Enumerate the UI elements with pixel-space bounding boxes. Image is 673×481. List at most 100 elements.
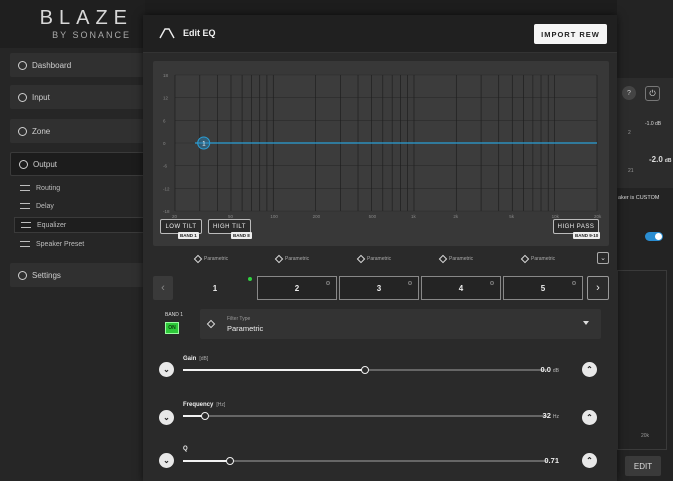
q-control: ⌄ Q 0.71 ⌃ (153, 444, 609, 474)
band-inactive-dot (490, 281, 494, 285)
low-tilt-band-tag: BAND 1 (178, 232, 199, 239)
sidebar-sub-label: Delay (36, 202, 54, 210)
tab-band-1[interactable]: 1 (175, 276, 255, 300)
band-active-dot (248, 277, 252, 281)
frequency-increase-button[interactable]: ⌃ (582, 410, 597, 425)
eq-curve-icon (159, 28, 175, 39)
tab-next-button[interactable]: › (587, 276, 609, 300)
gain-slider-thumb[interactable] (361, 366, 369, 374)
band-tabs: ‹ 1 2 3 4 5 › (153, 276, 609, 300)
parametric-icon (356, 254, 366, 264)
band-inactive-dot (408, 281, 412, 285)
sidebar-item-output[interactable]: Output (10, 152, 145, 176)
tab-label: 2 (294, 283, 300, 293)
gain-slider[interactable] (183, 366, 547, 374)
filter-item-3[interactable]: Parametric (356, 254, 392, 264)
q-increase-button[interactable]: ⌃ (582, 453, 597, 468)
app-root: BLAZE BY SONANCE Dashboard Input Zone Ou… (0, 0, 673, 481)
q-value-number: 0.71 (544, 456, 559, 465)
q-decrease-button[interactable]: ⌄ (159, 453, 174, 468)
graph-x-tick-label: 100 (270, 214, 278, 219)
q-slider-fill (183, 460, 231, 462)
filter-item-label: Parametric (285, 256, 310, 262)
frequency-value: 32 Hz (543, 411, 559, 420)
high-tilt-band-tag: BAND 8 (231, 232, 252, 239)
q-label: Q (183, 446, 188, 452)
background-toggle[interactable] (645, 232, 663, 241)
graph-x-tick-label: 200 (313, 214, 321, 219)
tab-band-2[interactable]: 2 (257, 276, 337, 300)
background-box (617, 270, 667, 450)
sidebar-item-zone[interactable]: Zone (10, 119, 145, 143)
collapse-chevron-icon[interactable]: ⌄ (597, 252, 609, 264)
frequency-decrease-button[interactable]: ⌄ (159, 410, 174, 425)
brand-name: BLAZE (39, 7, 133, 29)
tab-band-4[interactable]: 4 (421, 276, 501, 300)
eq-graph[interactable]: 18 12 6 0 -6 -12 -18 20 50 100 200 500 1k 2k 5k 10k 20k 1… (153, 61, 609, 246)
band-inactive-dot (326, 281, 330, 285)
tab-prev-button[interactable]: ‹ (153, 276, 173, 300)
q-slider[interactable] (183, 457, 547, 465)
brand-sub: BY SONANCE (52, 30, 131, 40)
background-small-b: 21 (628, 168, 634, 174)
sidebar: BLAZE BY SONANCE Dashboard Input Zone Ou… (0, 0, 145, 481)
filter-type-label: Filter Type (227, 316, 251, 322)
filter-item-label: Parametric (449, 256, 474, 262)
modal-title: Edit EQ (183, 28, 216, 38)
settings-icon (18, 270, 27, 280)
sidebar-item-label: Dashboard (32, 60, 72, 70)
q-name: Q (183, 446, 188, 452)
background-small-a: 2 (628, 130, 631, 136)
edit-eq-modal: Edit EQ IMPORT REW 18 12 6 0 -6 -12 -18 20 50 100… (143, 15, 617, 481)
frequency-label: Frequency [Hz] (183, 402, 225, 408)
sidebar-item-input[interactable]: Input (10, 85, 145, 109)
filter-item-5[interactable]: Parametric (520, 254, 555, 264)
sidebar-sub-speaker-preset[interactable]: Speaker Preset (18, 236, 145, 252)
filter-item-2[interactable]: Parametric (274, 254, 310, 264)
delay-icon (20, 203, 30, 209)
power-icon[interactable]: ⏻ (645, 86, 660, 101)
input-icon (18, 92, 27, 102)
sidebar-sub-delay[interactable]: Delay (18, 198, 145, 214)
logo: BLAZE BY SONANCE (0, 0, 145, 48)
frequency-name: Frequency (183, 402, 214, 408)
tab-label: 5 (540, 283, 546, 293)
sidebar-sub-label: Speaker Preset (36, 240, 85, 248)
graph-y-tick-label: -18 (163, 209, 170, 214)
tab-band-5[interactable]: 5 (503, 276, 583, 300)
import-rew-button[interactable]: IMPORT REW (534, 24, 607, 44)
help-icon[interactable]: ? (622, 86, 636, 100)
tab-band-3[interactable]: 3 (339, 276, 419, 300)
frequency-slider[interactable] (183, 412, 547, 420)
frequency-slider-thumb[interactable] (200, 412, 209, 420)
tab-label: 4 (458, 283, 464, 293)
frequency-value-number: 32 (542, 411, 551, 420)
sidebar-item-dashboard[interactable]: Dashboard (10, 53, 145, 77)
parametric-icon (193, 254, 203, 264)
graph-y-tick-label: 18 (163, 73, 169, 78)
sidebar-item-settings[interactable]: Settings (10, 263, 145, 287)
background-main-number: -2.0 (649, 155, 663, 164)
sidebar-sub-routing[interactable]: Routing (18, 180, 145, 196)
sidebar-sub-equalizer[interactable]: Equalizer (14, 217, 145, 233)
filter-item-label: Parametric (367, 256, 392, 262)
background-preset-note: aker is CUSTOM (618, 195, 660, 201)
speaker-preset-icon (20, 241, 30, 247)
filter-type-select[interactable]: Filter Type Parametric (200, 309, 601, 339)
filter-item-1[interactable]: Parametric (193, 254, 228, 264)
sidebar-item-label: Input (32, 92, 50, 102)
gain-decrease-button[interactable]: ⌄ (159, 362, 174, 377)
sidebar-sub-label: Routing (36, 184, 61, 192)
graph-x-tick-label: 1k (411, 214, 417, 219)
filter-item-4[interactable]: Parametric (438, 254, 474, 264)
high-pass-band-tag: BAND 9-10 (573, 232, 601, 239)
sidebar-item-label: Output (33, 159, 58, 169)
q-slider-thumb[interactable] (226, 457, 235, 465)
edit-button[interactable]: EDIT (625, 456, 661, 476)
band-on-toggle[interactable]: ON (165, 322, 179, 334)
parametric-icon (274, 254, 284, 264)
background-small-value: -1.0 dB (645, 121, 662, 127)
gain-increase-button[interactable]: ⌃ (582, 362, 597, 377)
modal-header: Edit EQ IMPORT REW (143, 15, 617, 53)
sidebar-item-label: Zone (32, 126, 51, 136)
